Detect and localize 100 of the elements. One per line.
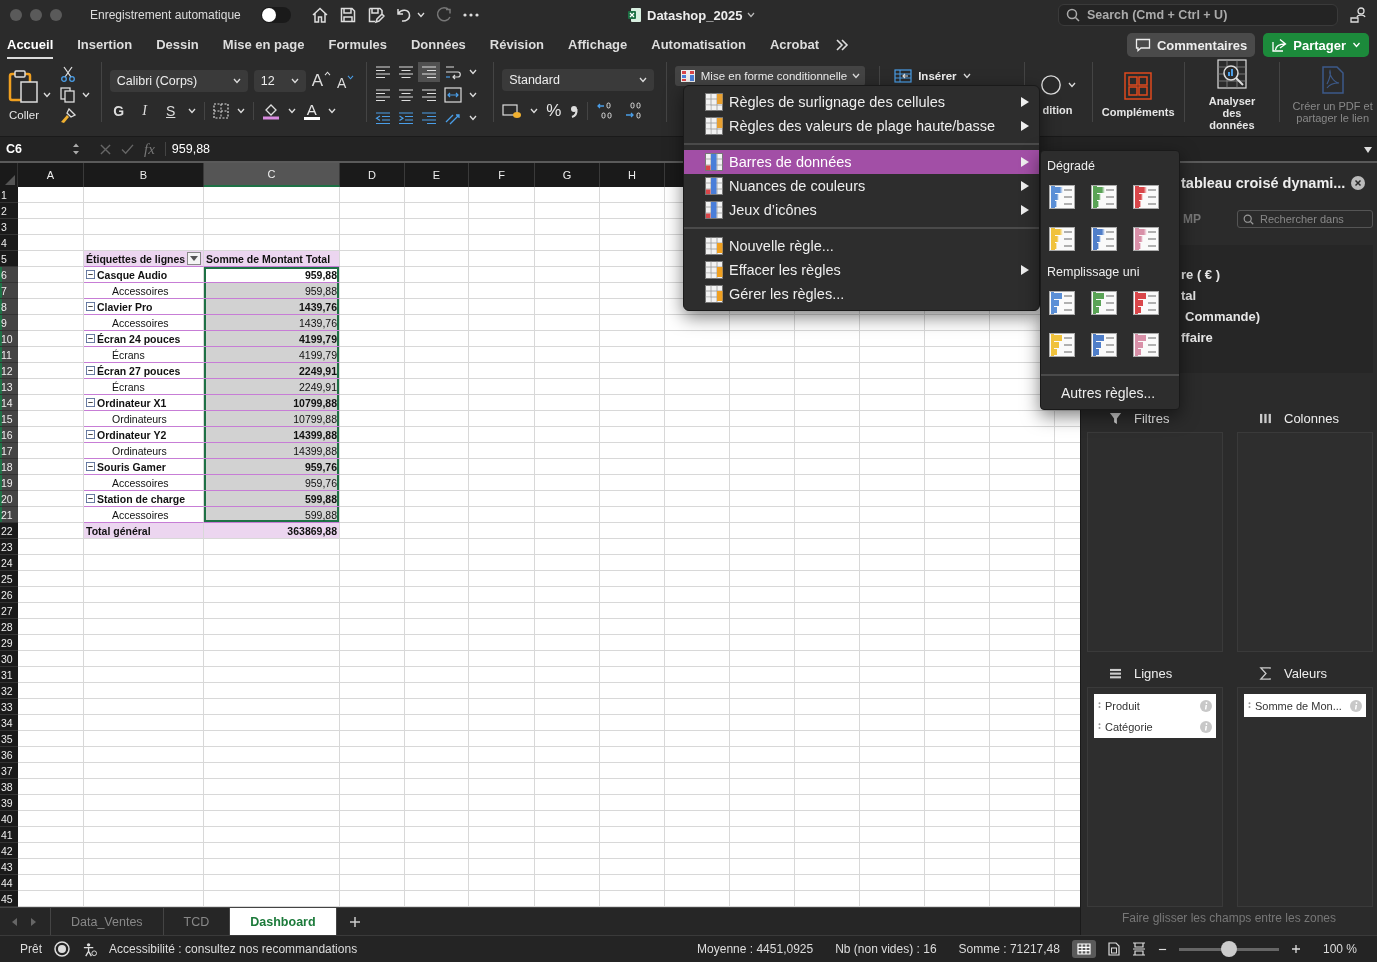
column-header[interactable]: C — [204, 163, 340, 187]
caret-icon[interactable] — [187, 108, 196, 114]
currency-icon[interactable] — [502, 103, 523, 119]
borders-icon[interactable] — [212, 103, 229, 119]
function-button[interactable]: fx — [144, 140, 155, 158]
ribbon-tab[interactable]: Révision — [489, 31, 545, 59]
value-cell[interactable]: 2249,91 — [204, 363, 340, 379]
data-bar-swatch[interactable] — [1049, 185, 1075, 209]
data-bar-swatch[interactable] — [1133, 333, 1159, 357]
data-bar-swatch[interactable] — [1133, 185, 1159, 209]
row-header[interactable]: 24 — [0, 555, 18, 571]
value-cell[interactable]: 1439,76 — [204, 299, 340, 315]
row-header[interactable]: 37 — [0, 763, 18, 779]
save-edit-icon[interactable] — [366, 6, 385, 24]
data-bar-swatch[interactable] — [1049, 227, 1075, 251]
page-layout-icon[interactable] — [1107, 942, 1120, 956]
row-header[interactable]: 28 — [0, 619, 18, 635]
row-header[interactable]: 21 — [0, 507, 18, 523]
value-cell[interactable]: 4199,79 — [204, 331, 340, 347]
ribbon-tab[interactable]: Données — [410, 31, 466, 59]
row-header[interactable]: 36 — [0, 747, 18, 763]
record-icon[interactable] — [54, 941, 70, 957]
value-cell[interactable]: 599,88 — [204, 507, 340, 523]
redo-icon[interactable] — [434, 6, 453, 24]
close-icon[interactable] — [1351, 176, 1365, 190]
row-header[interactable]: 33 — [0, 699, 18, 715]
caret-icon[interactable] — [287, 108, 296, 114]
menu-item[interactable]: Règles des valeurs de plage haute/basse — [684, 114, 1039, 138]
field-name[interactable]: ffaire — [1181, 330, 1373, 345]
value-cell[interactable]: 959,76 — [204, 459, 340, 475]
menu-item[interactable]: Barres de données — [684, 150, 1039, 174]
copy-icon[interactable] — [60, 87, 76, 103]
row-header[interactable]: 23 — [0, 539, 18, 555]
column-header[interactable]: E — [405, 163, 469, 187]
ribbon-tab[interactable]: Acrobat — [769, 31, 820, 59]
row-header[interactable]: 40 — [0, 811, 18, 827]
ribbon-tab[interactable]: Insertion — [77, 31, 133, 59]
comments-button[interactable]: Commentaires — [1126, 33, 1256, 57]
caret-icon[interactable] — [747, 12, 756, 18]
column-header[interactable]: A — [18, 163, 84, 187]
search-field[interactable]: Rechercher dans — [1237, 210, 1373, 228]
row-header[interactable]: 6 — [0, 267, 18, 283]
menu-item[interactable]: Nouvelle règle... — [684, 234, 1039, 258]
row-header[interactable]: 2 — [0, 203, 18, 219]
menu-item[interactable]: Nuances de couleurs — [684, 174, 1039, 198]
column-header[interactable]: H — [600, 163, 665, 187]
fill-bucket-icon[interactable] — [261, 102, 280, 120]
caret-icon[interactable] — [327, 108, 336, 114]
row-header[interactable]: 4 — [0, 235, 18, 251]
merge-cells-icon[interactable] — [443, 87, 462, 103]
row-header[interactable]: 35 — [0, 731, 18, 747]
font-size-select[interactable]: 12 — [253, 70, 306, 92]
share-button[interactable]: Partager — [1263, 33, 1369, 57]
analyze-data-button[interactable]: Analyser des données — [1192, 62, 1272, 128]
ribbon-tab[interactable]: Accueil — [7, 31, 54, 59]
ribbon-tab[interactable]: Dessin — [156, 31, 199, 59]
row-header[interactable]: 43 — [0, 859, 18, 875]
field-name[interactable]: re ( € ) — [1181, 267, 1373, 282]
next-sheet-icon[interactable] — [30, 916, 38, 927]
row-header[interactable]: 38 — [0, 779, 18, 795]
row-header[interactable]: 26 — [0, 587, 18, 603]
row-header[interactable]: 41 — [0, 827, 18, 843]
wrap-text-icon[interactable] — [443, 64, 462, 80]
format-painter-icon[interactable] — [60, 108, 76, 124]
field-chip[interactable]: Produit — [1094, 695, 1216, 716]
row-header[interactable]: 22 — [0, 523, 18, 539]
row-header[interactable]: 27 — [0, 603, 18, 619]
row-header[interactable]: 18 — [0, 459, 18, 475]
data-bar-swatch[interactable] — [1049, 333, 1075, 357]
value-cell[interactable]: 10799,88 — [204, 411, 340, 427]
value-cell[interactable]: 14399,88 — [204, 427, 340, 443]
menu-item[interactable]: Autres règles... — [1041, 381, 1179, 403]
previous-sheet-icon[interactable] — [10, 916, 18, 927]
font-color-button[interactable]: A — [303, 102, 320, 120]
normal-view-button[interactable] — [1071, 940, 1096, 958]
caret-icon[interactable] — [43, 92, 51, 98]
data-bar-swatch[interactable] — [1133, 227, 1159, 251]
chevron-icon[interactable] — [835, 39, 850, 51]
stepper-icon[interactable] — [72, 142, 80, 156]
collapse-icon[interactable] — [86, 334, 95, 343]
zoom-thumb[interactable] — [1220, 941, 1237, 957]
add-ins-button[interactable]: Compléments — [1100, 62, 1176, 128]
value-cell[interactable]: 4199,79 — [204, 347, 340, 363]
collapse-icon[interactable] — [86, 270, 95, 279]
value-cell[interactable]: 2249,91 — [204, 379, 340, 395]
row-header[interactable]: 39 — [0, 795, 18, 811]
row-header[interactable]: 44 — [0, 875, 18, 891]
value-cell[interactable]: 959,88 — [204, 283, 340, 299]
home-icon[interactable] — [310, 6, 329, 24]
align-icon[interactable] — [397, 111, 414, 125]
row-header[interactable]: 11 — [0, 347, 18, 363]
data-bar-swatch[interactable] — [1091, 291, 1117, 315]
collapse-icon[interactable] — [86, 302, 95, 311]
row-header[interactable]: 42 — [0, 843, 18, 859]
save-icon[interactable] — [338, 6, 357, 24]
search-field[interactable]: Search (Cmd + Ctrl + U) — [1058, 4, 1338, 26]
underline-button[interactable]: S — [161, 103, 180, 119]
row-header[interactable]: 12 — [0, 363, 18, 379]
value-cell[interactable]: 14399,88 — [204, 443, 340, 459]
row-header[interactable]: 32 — [0, 683, 18, 699]
